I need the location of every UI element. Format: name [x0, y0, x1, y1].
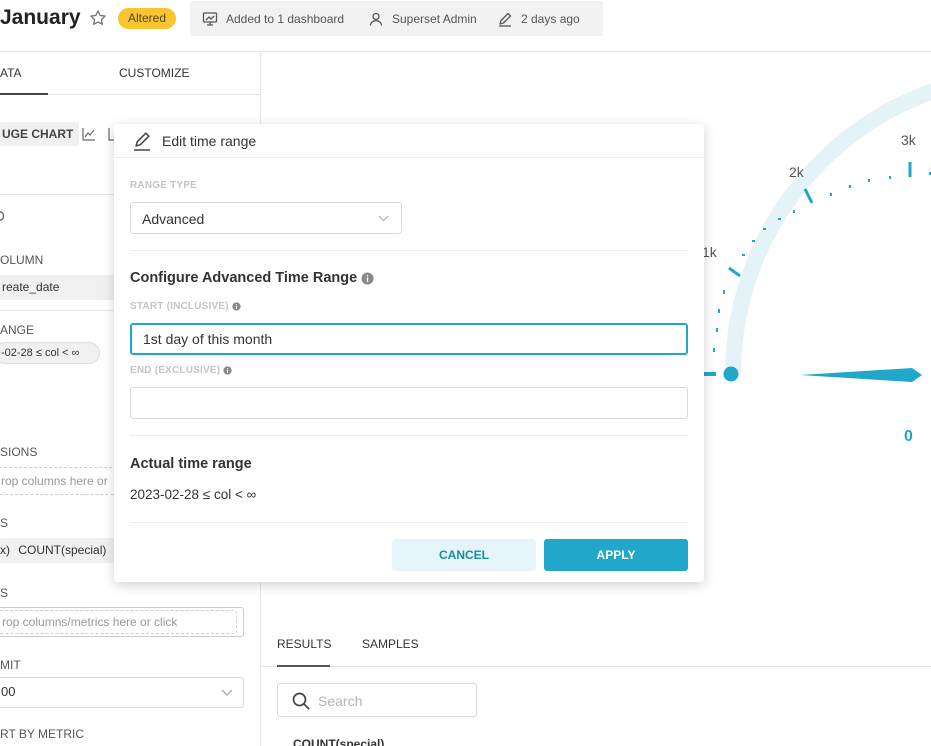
info-icon[interactable] [361, 272, 374, 285]
owner-meta-text: Superset Admin [392, 11, 477, 26]
active-tab-indicator [0, 93, 48, 95]
results-column-header[interactable]: COUNT(special) [293, 737, 384, 746]
gauge-stub [704, 372, 716, 376]
altered-badge[interactable]: Altered [118, 8, 177, 29]
end-label-text: END (EXCLUSIVE) [130, 365, 221, 376]
range-type-label: RANGE TYPE [130, 180, 198, 191]
results-search[interactable]: Search [277, 683, 477, 717]
dashboards-meta-text: Added to 1 dashboard [226, 11, 345, 26]
active-tab-indicator [277, 665, 330, 667]
range-type-select[interactable]: Advanced [130, 202, 402, 234]
time-range-pill[interactable]: -02-28 ≤ col < ∞ [0, 342, 100, 364]
edit-time-range-popover: Edit time range RANGE TYPE Advanced Conf… [114, 124, 704, 582]
range-type-value: Advanced [142, 211, 205, 227]
start-label-text: START (INCLUSIVE) [130, 301, 229, 312]
metadata-bar: Added to 1 dashboard Superset Admin 2 da… [190, 1, 603, 36]
divider [130, 250, 688, 251]
edit-icon [134, 132, 150, 151]
line-chart-icon[interactable] [82, 127, 96, 141]
gauge-major-tick [728, 266, 741, 278]
info-icon[interactable] [223, 366, 232, 375]
chart-type-chip[interactable]: UGE CHART [0, 122, 80, 146]
chart-header: January Altered Added to 1 dashboard Sup… [0, 0, 931, 52]
results-tabs-divider [262, 666, 931, 667]
metric-label: S [0, 516, 9, 530]
tab-results[interactable]: RESULTS [277, 637, 331, 651]
gauge-tick-label: 1k [702, 244, 718, 260]
chevron-down-icon [221, 689, 233, 696]
actual-time-range-value: 2023-02-28 ≤ col < ∞ [130, 487, 257, 502]
configure-advanced-heading: Configure Advanced Time Range [130, 270, 374, 286]
control-tabs: ATA CUSTOMIZE [0, 52, 260, 95]
gauge-value: 0 [904, 428, 913, 445]
chevron-down-icon [378, 215, 389, 222]
end-input[interactable] [130, 387, 688, 419]
tab-data[interactable]: ATA [0, 66, 22, 80]
star-icon[interactable] [88, 8, 108, 28]
metric-chip[interactable]: x) COUNT(special) [0, 538, 118, 563]
row-limit-value: 00 [1, 684, 16, 699]
start-label: START (INCLUSIVE) [130, 301, 241, 312]
sort-by-metric-label: RT BY METRIC [0, 727, 85, 741]
actual-time-range-heading: Actual time range [130, 456, 252, 472]
gauge-tick-label: 3k [901, 132, 917, 148]
gauge-tick-label: 2k [789, 164, 805, 180]
dimensions-label: SIONS [0, 445, 38, 459]
time-range-pill-text: -02-28 ≤ col < ∞ [1, 347, 80, 359]
filters-dropzone[interactable]: rop columns/metrics here or click [0, 610, 237, 634]
clock-icon [0, 211, 5, 221]
divider [130, 522, 688, 523]
dashboard-icon [202, 11, 218, 26]
user-icon [369, 12, 383, 26]
metric-prefix: x) [0, 543, 10, 557]
info-icon[interactable] [232, 302, 241, 311]
gauge-major-tick [803, 188, 814, 204]
modified-meta[interactable]: 2 days ago [497, 1, 580, 36]
filters-label: S [0, 586, 9, 600]
results-pane: RESULTS SAMPLES Search COUNT(special) [262, 612, 931, 746]
configure-advanced-text: Configure Advanced Time Range [130, 270, 358, 286]
gauge-minor-ticks [713, 172, 931, 352]
row-limit-label: MIT [0, 658, 21, 672]
row-limit-select[interactable]: 00 [0, 677, 244, 708]
modified-meta-text: 2 days ago [521, 11, 580, 26]
tab-samples[interactable]: SAMPLES [362, 637, 419, 651]
search-icon [292, 692, 310, 710]
gauge-origin-dot [723, 366, 739, 382]
popover-title: Edit time range [162, 133, 257, 149]
tab-customize[interactable]: CUSTOMIZE [119, 66, 189, 80]
dimensions-placeholder: rop columns here or [1, 474, 108, 488]
metric-value: COUNT(special) [18, 543, 107, 557]
filters-placeholder: rop columns/metrics here or click [2, 615, 178, 629]
end-label: END (EXCLUSIVE) [130, 365, 232, 376]
start-input[interactable]: 1st day of this month [130, 323, 688, 355]
time-range-label: ANGE [0, 323, 35, 337]
gauge-track [725, 83, 931, 375]
cancel-button[interactable]: CANCEL [392, 539, 536, 571]
popover-title-bar: Edit time range [114, 124, 704, 158]
temporal-column-text: reate_date [2, 280, 60, 294]
temporal-column-label: OLUMN [0, 253, 44, 267]
filters-dropzone-outer[interactable]: rop columns/metrics here or click [0, 607, 244, 637]
divider [130, 435, 688, 436]
chart-title[interactable]: January [0, 6, 81, 30]
apply-button[interactable]: APPLY [544, 539, 688, 571]
search-placeholder: Search [318, 693, 363, 709]
owner-meta[interactable]: Superset Admin [368, 1, 477, 36]
gauge-pointer [800, 368, 922, 382]
dashboards-meta[interactable]: Added to 1 dashboard [202, 1, 344, 36]
edit-icon [499, 12, 512, 27]
start-input-value: 1st day of this month [143, 331, 273, 347]
